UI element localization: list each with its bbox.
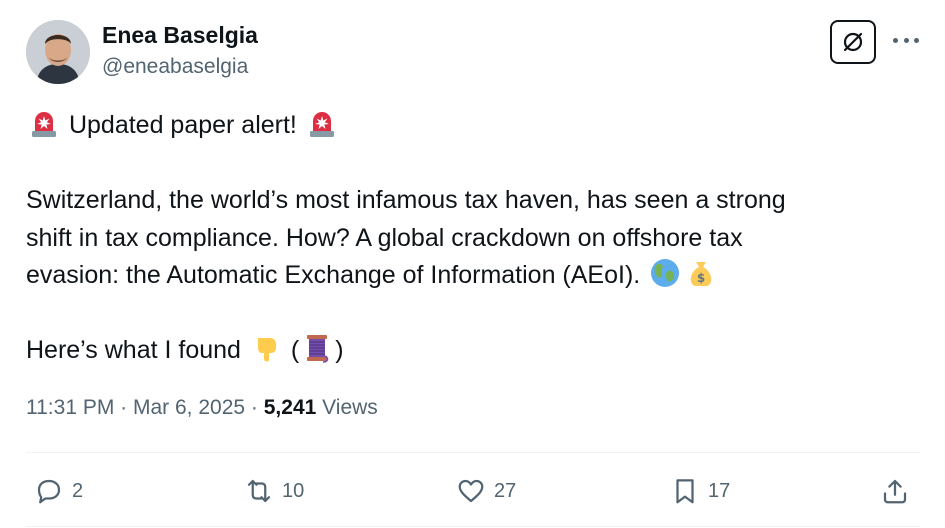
tweet-para-2-line-3: evasion: the Automatic Exchange of Infor… bbox=[26, 261, 641, 289]
avatar-image bbox=[26, 20, 90, 84]
reply-button[interactable]: 2 bbox=[34, 468, 83, 514]
views-label: Views bbox=[322, 396, 378, 419]
grok-icon bbox=[843, 32, 863, 52]
tweet-para-2-line-2: shift in tax compliance. How? A global c… bbox=[26, 223, 743, 252]
globe-icon bbox=[651, 259, 680, 288]
tweet-time[interactable]: 11:31 PM bbox=[26, 396, 114, 419]
money-bag-icon: $ bbox=[690, 262, 712, 287]
divider bbox=[26, 526, 920, 527]
more-options-icon[interactable] bbox=[893, 30, 919, 50]
repost-icon bbox=[247, 479, 271, 503]
tweet-para-3: Here’s what I found bbox=[26, 336, 241, 364]
author-name[interactable]: Enea Baselgia bbox=[102, 22, 258, 49]
reply-count: 2 bbox=[72, 479, 84, 502]
paren-open: ( bbox=[290, 336, 300, 364]
author-handle[interactable]: @eneabaselgia bbox=[102, 55, 248, 79]
views-count: 5,241 bbox=[263, 396, 317, 419]
like-button[interactable]: 27 bbox=[456, 468, 516, 514]
tweet-date[interactable]: Mar 6, 2025 bbox=[133, 396, 245, 419]
repost-count: 10 bbox=[282, 479, 305, 502]
paren-close: ) bbox=[335, 336, 344, 364]
tweet-para-2-line-1: Switzerland, the world’s most infamous t… bbox=[26, 186, 786, 214]
tweet-meta: 11:31 PM · Mar 6, 2025 · 5,241 Views bbox=[26, 396, 378, 420]
like-count: 27 bbox=[494, 479, 517, 502]
bookmark-count: 17 bbox=[708, 479, 731, 502]
svg-text:$: $ bbox=[697, 271, 705, 285]
bookmark-icon bbox=[676, 479, 694, 504]
share-icon bbox=[883, 479, 907, 504]
share-button[interactable] bbox=[880, 468, 910, 514]
avatar[interactable] bbox=[26, 20, 90, 84]
heart-icon bbox=[458, 479, 484, 503]
tweet-line-1: Updated paper alert! bbox=[68, 111, 297, 139]
rotating-light-icon bbox=[309, 112, 334, 138]
rotating-light-icon bbox=[32, 112, 56, 138]
thread-icon bbox=[307, 335, 329, 364]
divider bbox=[26, 452, 920, 453]
repost-button[interactable]: 10 bbox=[244, 468, 304, 514]
meta-separator: · bbox=[245, 396, 264, 419]
grok-button[interactable] bbox=[830, 20, 876, 64]
reply-icon bbox=[37, 479, 61, 504]
meta-separator: · bbox=[114, 396, 133, 419]
pointing-down-icon bbox=[257, 338, 276, 362]
tweet-text: Updated paper alert! Switzerland, the wo… bbox=[26, 107, 926, 370]
action-bar: 2 10 27 17 bbox=[0, 468, 945, 514]
bookmark-button[interactable]: 17 bbox=[670, 468, 730, 514]
